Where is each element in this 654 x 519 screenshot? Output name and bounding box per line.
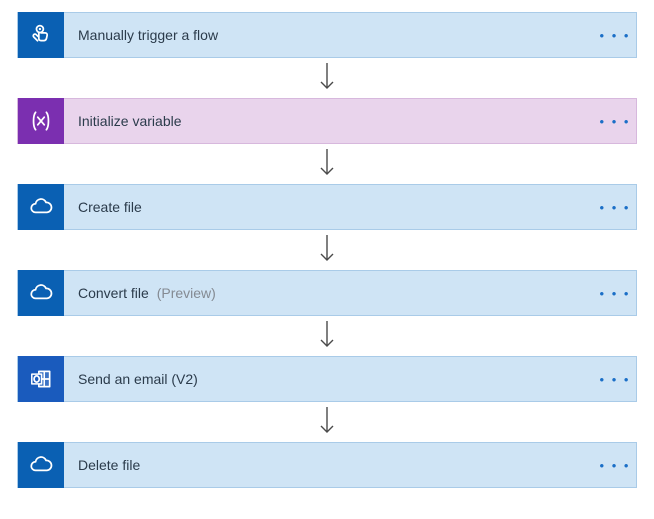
cloud-icon — [18, 184, 64, 230]
var-icon — [18, 98, 64, 144]
connector-arrow — [0, 316, 654, 356]
label-text: Manually trigger a flow — [78, 27, 218, 43]
flow-step-label: Create file — [64, 199, 594, 215]
flow-step-delete[interactable]: Delete file • • • — [17, 442, 637, 488]
label-text: Create file — [78, 199, 142, 215]
flow-step-label: Manually trigger a flow — [64, 27, 594, 43]
flow-step-label: Delete file — [64, 457, 594, 473]
step-menu-button[interactable]: • • • — [594, 357, 636, 401]
flow-step-email[interactable]: Send an email (V2) • • • — [17, 356, 637, 402]
connector-arrow — [0, 144, 654, 184]
cloud-icon — [18, 270, 64, 316]
connector-arrow — [0, 230, 654, 270]
label-text: Convert file — [78, 285, 149, 301]
connector-arrow — [0, 58, 654, 98]
label-text: Send an email (V2) — [78, 371, 198, 387]
label-suffix: (Preview) — [157, 285, 216, 301]
step-menu-button[interactable]: • • • — [594, 99, 636, 143]
connector-arrow — [0, 402, 654, 442]
tap-icon — [18, 12, 64, 58]
flow-step-trigger[interactable]: Manually trigger a flow • • • — [17, 12, 637, 58]
outlook-icon — [18, 356, 64, 402]
flow-step-convert[interactable]: Convert file (Preview) • • • — [17, 270, 637, 316]
flow-step-create[interactable]: Create file • • • — [17, 184, 637, 230]
step-menu-button[interactable]: • • • — [594, 443, 636, 487]
flow-canvas: Manually trigger a flow • • • Initialize… — [0, 0, 654, 498]
flow-step-initvar[interactable]: Initialize variable • • • — [17, 98, 637, 144]
label-text: Initialize variable — [78, 113, 182, 129]
step-menu-button[interactable]: • • • — [594, 13, 636, 57]
flow-step-label: Send an email (V2) — [64, 371, 594, 387]
flow-step-label: Convert file (Preview) — [64, 285, 594, 301]
label-text: Delete file — [78, 457, 140, 473]
step-menu-button[interactable]: • • • — [594, 185, 636, 229]
flow-step-label: Initialize variable — [64, 113, 594, 129]
cloud-icon — [18, 442, 64, 488]
step-menu-button[interactable]: • • • — [594, 271, 636, 315]
